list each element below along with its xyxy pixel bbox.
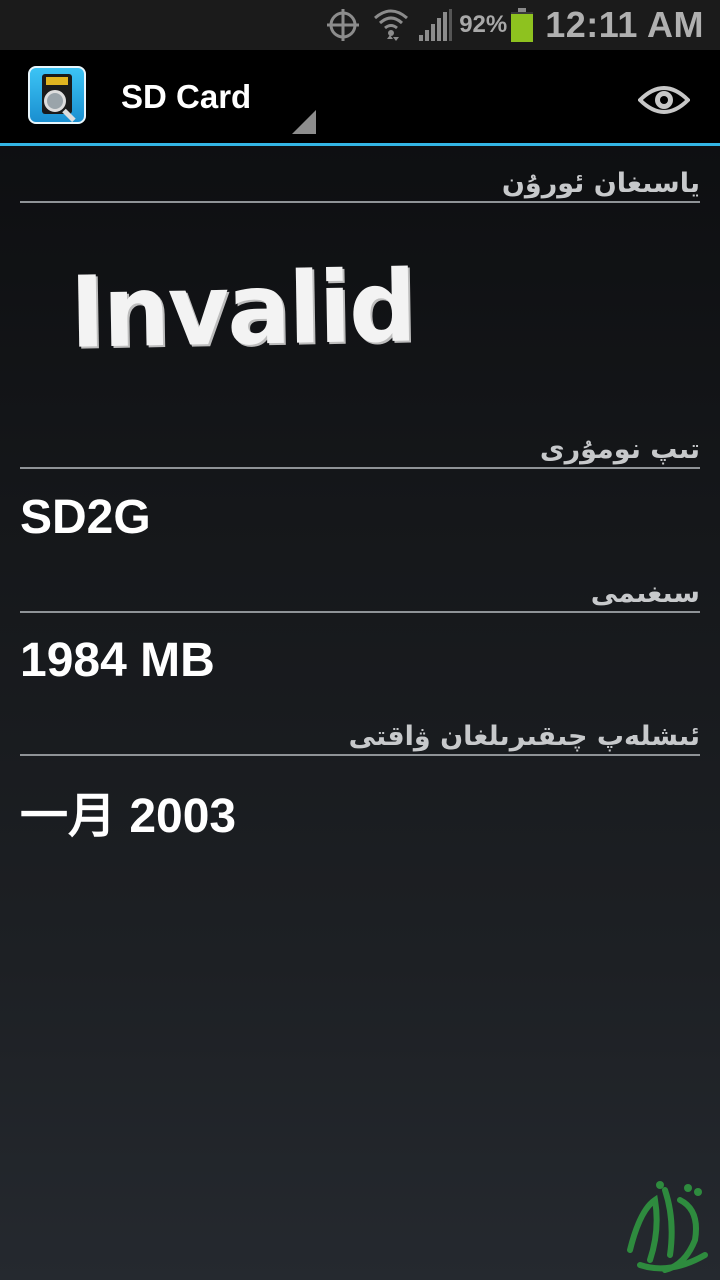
spinner-label: SD Card [121, 78, 252, 115]
sd-card-spinner[interactable]: SD Card [110, 50, 320, 143]
capacity-value: 1984 MB [20, 634, 215, 687]
section-header-location: ياسىغان ئورۇن [20, 168, 700, 203]
invalid-image: Invalid [69, 250, 415, 371]
battery-icon [511, 8, 534, 42]
eye-icon[interactable] [626, 72, 702, 128]
section-header-manufacture-date: ئىشلەپ چىقىرىلغان ۋاقتى [20, 721, 700, 756]
invalid-text: Invalid [68, 249, 416, 371]
section-header-capacity: سىغىمى [20, 578, 700, 613]
status-bar: 92% 12:11 AM [0, 0, 720, 50]
signal-icon [417, 7, 453, 43]
section-header-model: تىپ نومۇرى [20, 434, 700, 469]
app-icon[interactable] [28, 66, 86, 124]
model-value: SD2G [20, 491, 151, 544]
manufacture-date-value: 一月 2003 [20, 790, 237, 843]
gps-icon [325, 7, 361, 43]
action-bar: SD Card [0, 50, 720, 146]
spinner-arrow-icon [292, 110, 316, 134]
battery-percent: 92% [459, 11, 508, 38]
clock: 12:11 AM [545, 4, 704, 45]
wifi-icon [373, 6, 409, 44]
watermark-logo [610, 1170, 720, 1280]
